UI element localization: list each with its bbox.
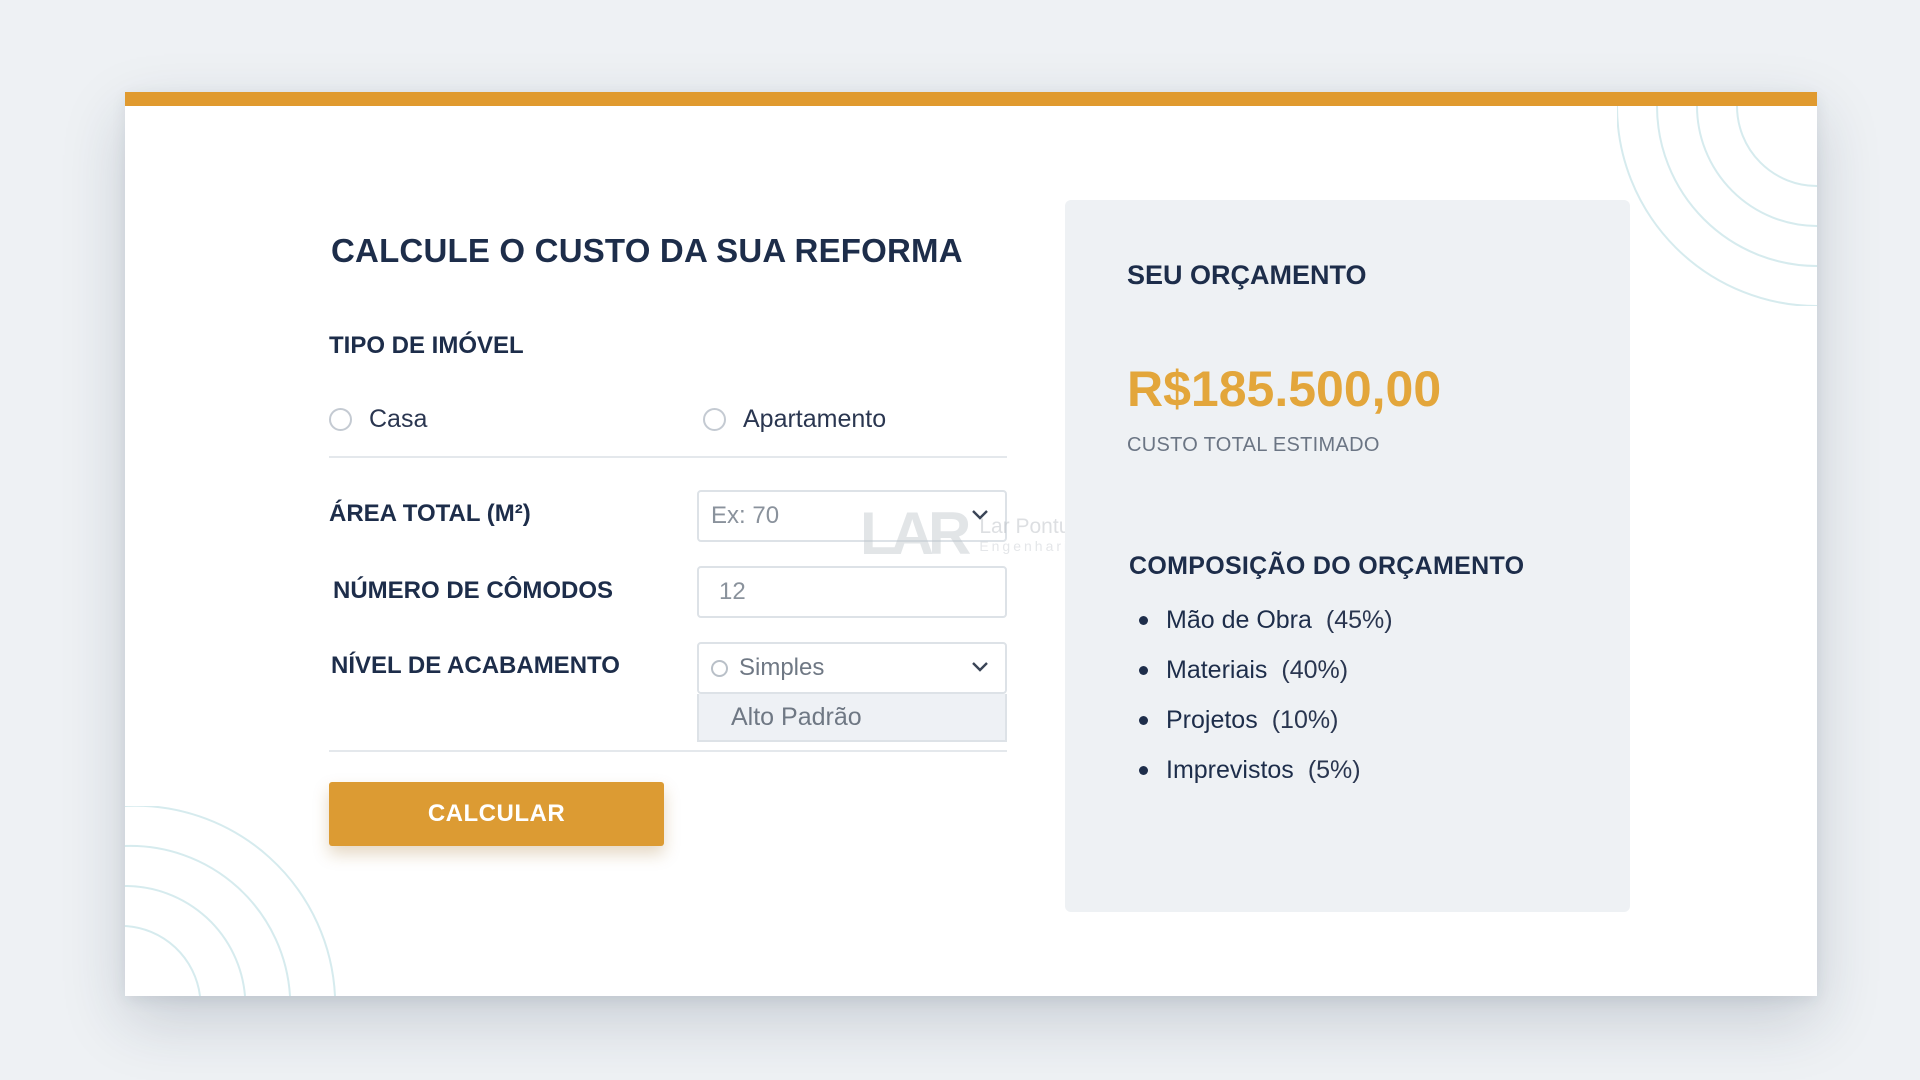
finish-level-select[interactable]: Simples: [697, 642, 1007, 694]
radio-icon: [711, 659, 728, 677]
radio-icon[interactable]: [329, 408, 352, 431]
finish-level-label: NÍVEL DE ACABAMENTO: [331, 652, 620, 679]
composition-list: Mão de Obra (45%) Materiais (40%) Projetos…: [1129, 595, 1393, 795]
divider: [329, 750, 1007, 752]
total-amount: R$185.500,00: [1127, 361, 1442, 417]
item-percent: (5%): [1307, 755, 1361, 784]
summary-title: SEU ORÇAMENTO: [1127, 260, 1367, 290]
composition-title: COMPOSIÇÃO DO ORÇAMENTO: [1129, 552, 1525, 580]
property-type-label: TIPO DE IMÓVEL: [329, 332, 524, 359]
finish-option-label: Alto Padrão: [731, 702, 862, 731]
radio-casa[interactable]: Casa: [329, 405, 427, 434]
lar-pontual-logo: LAR: [860, 500, 971, 567]
bullet-icon: [1139, 765, 1148, 775]
bullet-icon: [1139, 715, 1148, 725]
item-label: Mão de Obra: [1166, 605, 1312, 634]
item-label: Imprevistos: [1166, 755, 1294, 784]
rooms-label: NÚMERO DE CÔMODOS: [333, 577, 614, 604]
item-label: Projetos: [1166, 705, 1258, 734]
item-percent: (45%): [1325, 605, 1393, 634]
page-title: CALCULE O CUSTO DA SUA REFORMA: [331, 232, 963, 269]
calculator-card: CALCULE O CUSTO DA SUA REFORMA TIPO DE I…: [125, 92, 1817, 996]
radio-icon[interactable]: [703, 408, 726, 431]
calculate-button[interactable]: CALCULAR: [329, 782, 664, 846]
finish-option-alto-padrao[interactable]: Alto Padrão: [697, 694, 1007, 742]
radio-apartamento-label: Apartamento: [743, 405, 887, 433]
rooms-input[interactable]: 12: [697, 566, 1007, 618]
area-input-value: Ex: 70: [711, 502, 780, 529]
accent-top-bar: [125, 92, 1817, 106]
bullet-icon: [1139, 665, 1148, 675]
bullet-icon: [1139, 615, 1148, 625]
list-item: Materiais (40%): [1129, 645, 1393, 695]
radio-apartamento[interactable]: Apartamento: [703, 405, 886, 434]
budget-summary-panel: SEU ORÇAMENTO R$185.500,00 CUSTO TOTAL E…: [1065, 200, 1630, 912]
rooms-input-value: 12: [719, 578, 746, 605]
item-percent: (10%): [1271, 705, 1339, 734]
total-amount-caption: CUSTO TOTAL ESTIMADO: [1127, 434, 1380, 456]
decorative-arcs-bottom-left: [125, 806, 336, 996]
item-percent: (40%): [1281, 655, 1349, 684]
list-item: Imprevistos (5%): [1129, 745, 1393, 795]
divider: [329, 456, 1007, 458]
finish-level-selected: Simples: [739, 654, 825, 681]
list-item: Projetos (10%): [1129, 695, 1393, 745]
decorative-arcs-top-right: [1617, 106, 1817, 306]
watermark: LAR Lar Pontual Engenharia: [860, 504, 1087, 564]
item-label: Materiais: [1166, 655, 1268, 684]
radio-casa-label: Casa: [369, 405, 428, 433]
chevron-down-icon[interactable]: [971, 661, 989, 673]
area-label: ÁREA TOTAL (M²): [329, 500, 531, 527]
list-item: Mão de Obra (45%): [1129, 595, 1393, 645]
